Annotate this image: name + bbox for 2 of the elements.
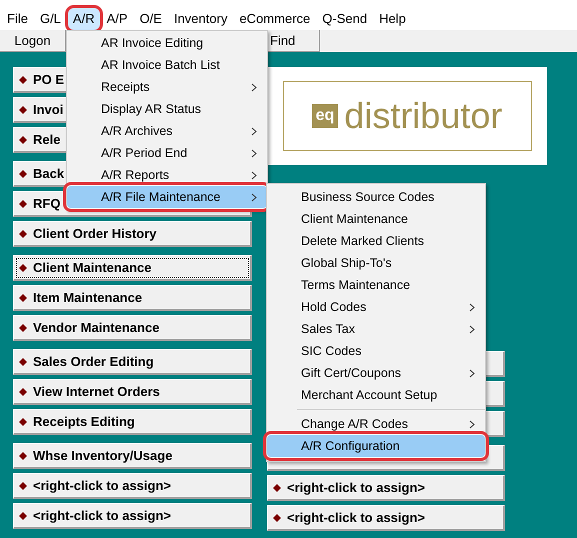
logo-mark: eq bbox=[312, 104, 338, 128]
logo-text: distributor bbox=[344, 98, 502, 134]
